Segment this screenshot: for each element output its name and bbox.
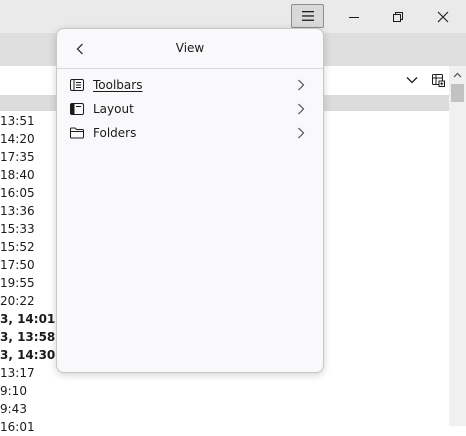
message-date-cell[interactable]: 16:01	[0, 418, 60, 436]
layout-icon	[69, 101, 85, 117]
message-date-cell[interactable]: 15:33	[0, 220, 60, 238]
minimize-button[interactable]	[331, 0, 377, 33]
message-date-cell[interactable]: 13:36	[0, 202, 60, 220]
message-date-cell[interactable]: 20:22	[0, 292, 60, 310]
chevron-right-icon	[293, 125, 309, 141]
message-date-cell[interactable]: 3, 14:30	[0, 346, 60, 364]
close-icon	[437, 11, 449, 22]
date-text: 20:22	[0, 294, 35, 308]
date-text: 17:50	[0, 258, 35, 272]
chevron-left-icon	[76, 43, 83, 55]
date-text: 15:52	[0, 240, 35, 254]
date-text: 14:20	[0, 132, 35, 146]
message-date-cell[interactable]: 16:05	[0, 184, 60, 202]
message-date-cell[interactable]: 13:51	[0, 112, 60, 130]
column-picker-icon	[432, 74, 445, 87]
date-text: 19:55	[0, 276, 35, 290]
date-text: 17:35	[0, 150, 35, 164]
date-text: 3, 13:58	[0, 330, 56, 344]
date-text: 13:51	[0, 114, 35, 128]
panel-header: View	[57, 29, 323, 69]
menu-item-folders[interactable]: Folders	[61, 121, 319, 145]
panel-title: View	[175, 41, 205, 55]
vertical-scrollbar[interactable]	[449, 66, 466, 426]
date-text: 15:33	[0, 222, 35, 236]
date-text: 9:10	[0, 384, 27, 398]
scroll-up-button[interactable]	[449, 66, 466, 83]
restore-button[interactable]	[375, 0, 421, 33]
view-menu-panel: View Toolbars Layout Folders	[56, 28, 324, 373]
message-date-cell[interactable]: 3, 14:01	[0, 310, 60, 328]
minimize-icon	[349, 16, 359, 18]
date-text: 13:36	[0, 204, 35, 218]
menu-item-toolbars[interactable]: Toolbars	[61, 73, 319, 97]
hamburger-menu-icon	[301, 11, 314, 21]
sort-dropdown-button[interactable]	[402, 70, 422, 90]
message-date-cell[interactable]: 15:52	[0, 238, 60, 256]
date-text: 13:17	[0, 366, 35, 380]
date-column: 13:51 14:20 17:35 18:40 16:05 13:36 15:33 15:52…	[0, 112, 60, 436]
message-date-cell[interactable]: 13:17	[0, 364, 60, 382]
message-date-cell[interactable]: 19:55	[0, 274, 60, 292]
message-date-cell[interactable]: 14:20	[0, 130, 60, 148]
scrollbar-thumb[interactable]	[451, 84, 464, 102]
chevron-right-icon	[293, 101, 309, 117]
close-button[interactable]	[420, 0, 466, 33]
message-date-cell[interactable]: 9:43	[0, 400, 60, 418]
date-text: 16:05	[0, 186, 35, 200]
date-text: 16:01	[0, 420, 35, 434]
folder-icon	[69, 125, 85, 141]
menu-item-label: Folders	[93, 126, 137, 140]
message-date-cell[interactable]: 17:50	[0, 256, 60, 274]
message-date-cell[interactable]: 18:40	[0, 166, 60, 184]
date-text: 9:43	[0, 402, 27, 416]
date-text: 3, 14:01	[0, 312, 56, 326]
column-picker-button[interactable]	[428, 70, 448, 90]
menu-item-label: Layout	[93, 102, 134, 116]
menu-item-label: Toolbars	[93, 78, 143, 92]
message-date-cell[interactable]: 9:10	[0, 382, 60, 400]
app-menu-button[interactable]	[291, 4, 324, 28]
toolbars-icon	[69, 77, 85, 93]
message-date-cell[interactable]: 3, 13:58	[0, 328, 60, 346]
date-text: 18:40	[0, 168, 35, 182]
message-date-cell[interactable]: 17:35	[0, 148, 60, 166]
chevron-up-icon	[453, 72, 462, 77]
chevron-down-icon	[406, 77, 418, 84]
back-button[interactable]	[69, 38, 91, 60]
chevron-right-icon	[293, 77, 309, 93]
menu-item-layout[interactable]: Layout	[61, 97, 319, 121]
date-text: 3, 14:30	[0, 348, 56, 362]
restore-icon	[393, 11, 403, 22]
